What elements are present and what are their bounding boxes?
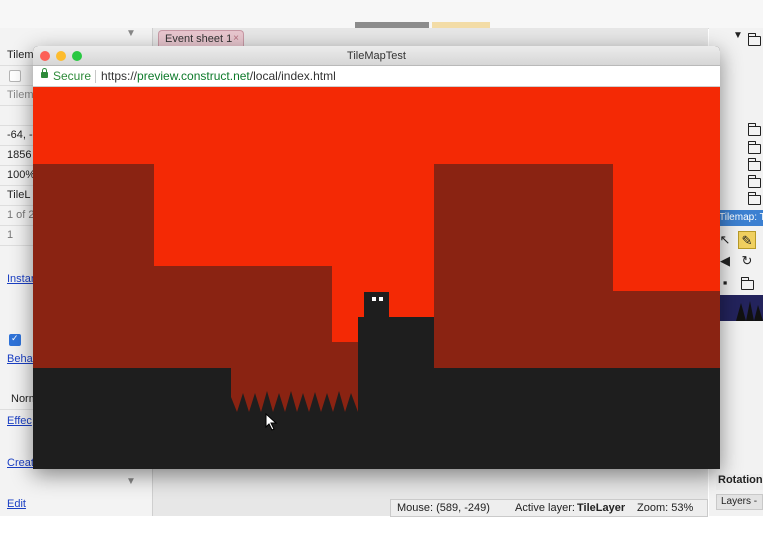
cursor-icon	[265, 413, 278, 431]
folder-icon[interactable]	[747, 141, 761, 154]
url-scheme: https://	[101, 69, 138, 83]
active-layer-value: TileLayer	[577, 502, 626, 514]
divider	[95, 70, 96, 83]
folder-icon[interactable]	[747, 158, 761, 171]
rotation-label: Rotation	[716, 474, 763, 490]
edit-link[interactable]: Edit	[0, 495, 152, 515]
browser-window: TileMapTest Secure https://preview.const…	[33, 46, 720, 469]
secure-label: Secure	[53, 69, 92, 83]
tileset-preview[interactable]	[716, 295, 763, 321]
player-body	[364, 292, 389, 318]
folder-icon[interactable]	[747, 33, 761, 46]
window-title: TileMapTest	[347, 50, 406, 62]
checkbox[interactable]	[9, 70, 21, 82]
tab-label: Event sheet 1	[165, 33, 233, 45]
player-eye-right	[379, 297, 383, 301]
tileset-spikes	[736, 301, 763, 321]
game-scene[interactable]	[33, 87, 720, 469]
folder-icon[interactable]	[747, 192, 761, 205]
player-eye-left	[372, 297, 376, 301]
mouse-position: Mouse: (589, -249)	[397, 502, 490, 514]
lock-icon	[41, 68, 48, 78]
close-icon[interactable]: ×	[233, 33, 239, 44]
url-path: /local/index.html	[249, 69, 336, 83]
url-text[interactable]: https://preview.construct.net/local/inde…	[101, 69, 336, 83]
folder-icon[interactable]	[740, 277, 754, 290]
ruler-marker	[355, 22, 429, 28]
rotate-icon[interactable]: ↻	[738, 252, 756, 270]
status-bar: Mouse: (589, -249) Active layer: TileLay…	[390, 499, 708, 517]
game-canvas[interactable]	[33, 87, 720, 469]
address-bar[interactable]: Secure https://preview.construct.net/loc…	[33, 66, 720, 87]
tilemap-bar-title: Tilemap: T	[716, 210, 763, 226]
chevron-down-icon[interactable]: ▼	[126, 28, 136, 39]
checkbox-checked[interactable]	[9, 333, 21, 346]
tab-layers[interactable]: Layers -	[716, 494, 763, 510]
zoom-level: Zoom: 53%	[637, 502, 694, 514]
pencil-icon[interactable]: ✎	[738, 231, 756, 249]
ruler-marker	[432, 22, 490, 28]
browser-titlebar[interactable]: TileMapTest	[33, 46, 720, 66]
active-layer-label: Active layer:	[515, 502, 575, 514]
url-host: preview.construct.net	[137, 69, 250, 83]
folder-icon[interactable]	[747, 175, 761, 188]
chevron-down-icon[interactable]: ▼	[733, 30, 743, 41]
folder-icon[interactable]	[747, 123, 761, 136]
chevron-down-icon[interactable]: ▼	[126, 476, 136, 487]
